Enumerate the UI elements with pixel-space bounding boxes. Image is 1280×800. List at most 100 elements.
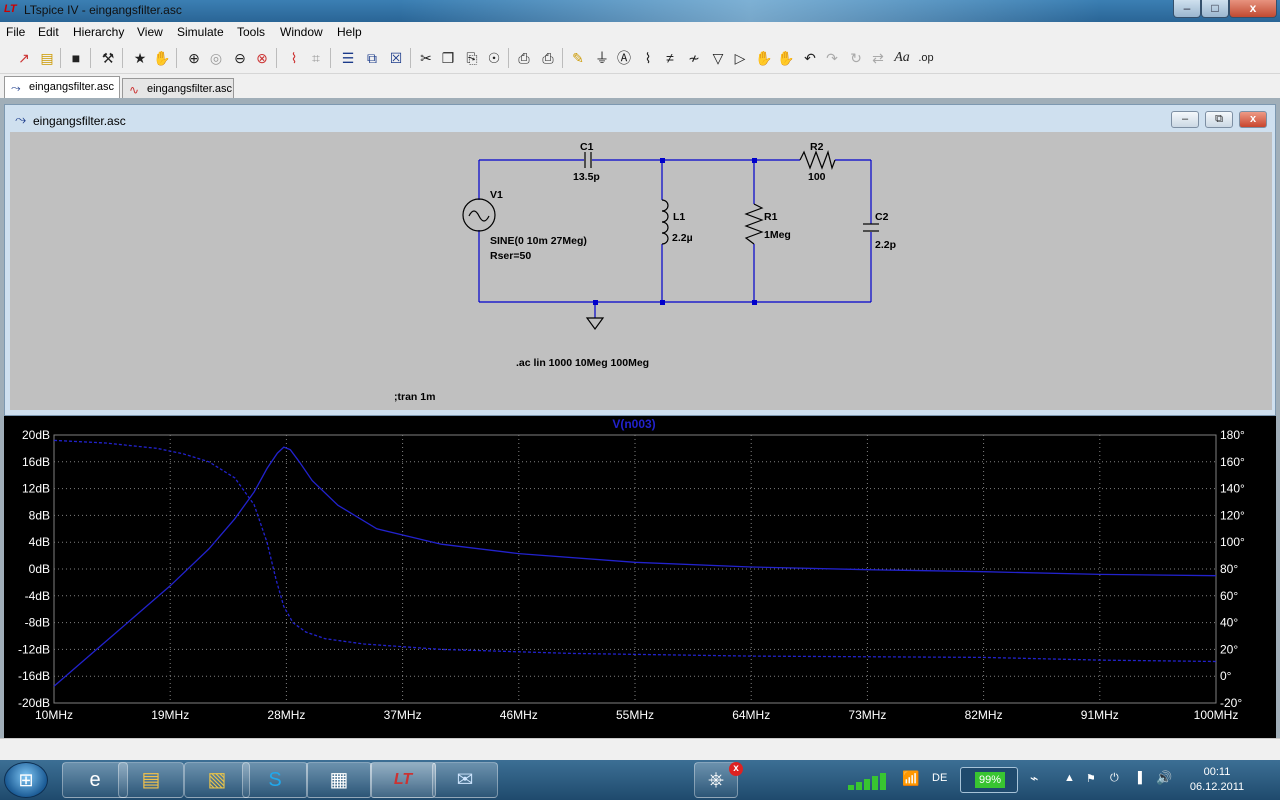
inductor-icon[interactable]: ≁ — [684, 49, 704, 67]
cut-icon[interactable]: ✂ — [416, 49, 436, 67]
c1-value: 13.5p — [573, 171, 600, 183]
menu-view[interactable]: View — [137, 25, 163, 39]
battery-indicator[interactable]: 99% — [960, 767, 1018, 793]
menu-window[interactable]: Window — [280, 25, 323, 39]
tab-waveform[interactable]: ∿ eingangsfilter.asc — [122, 78, 234, 98]
y-tick-label-right: 120° — [1220, 508, 1245, 522]
new-schematic-icon[interactable]: ↗ — [14, 49, 34, 67]
menu-help[interactable]: Help — [337, 25, 362, 39]
run-icon[interactable]: ★ — [130, 49, 150, 67]
c2-name: C2 — [875, 211, 889, 223]
save-icon[interactable]: ■ — [66, 49, 86, 67]
schematic-minimize-button[interactable]: – — [1171, 111, 1199, 128]
toolbar-separator — [410, 48, 411, 68]
start-button[interactable]: ⊞ — [4, 762, 48, 798]
y-tick-label-left: 8dB — [29, 508, 50, 522]
y-tick-label-right: 20° — [1220, 642, 1238, 656]
print-preview-icon[interactable]: ⎙ — [514, 49, 534, 67]
undo-icon[interactable]: ↶ — [800, 49, 820, 67]
l1-value: 2.2µ — [672, 232, 693, 244]
component-icon[interactable]: ▷ — [730, 49, 750, 67]
diode-icon[interactable]: ▽ — [708, 49, 728, 67]
toolbar-separator — [122, 48, 123, 68]
capacitor-icon[interactable]: ≠ — [660, 49, 680, 67]
halt-icon[interactable]: ✋ — [152, 49, 172, 67]
clock[interactable]: 00:11 06.12.2011 — [1186, 765, 1248, 795]
y-tick-label-right: 40° — [1220, 616, 1238, 630]
drag-icon[interactable]: ✋ — [776, 49, 796, 67]
r1-value: 1Meg — [764, 229, 791, 241]
waveform-icon[interactable]: ⌇ — [284, 49, 304, 67]
libraries-icon[interactable]: ▧ — [184, 762, 250, 798]
autorange-icon[interactable]: ⌗ — [306, 49, 326, 67]
v1-name: V1 — [490, 189, 503, 201]
calculator-icon[interactable]: ▦ — [306, 762, 372, 798]
resistor-icon[interactable]: ⌇ — [638, 49, 658, 67]
open-icon[interactable]: ▤ — [37, 49, 57, 67]
ac-directive[interactable]: .ac lin 1000 10Meg 100Meg — [516, 357, 649, 369]
waveform-icon: ∿ — [129, 83, 140, 97]
move-icon[interactable]: ✋ — [754, 49, 774, 67]
rotate-icon[interactable]: ↻ — [846, 49, 866, 67]
schematic-restore-button[interactable]: ⧉ — [1205, 111, 1233, 128]
tile-horizontal-icon[interactable]: ☰ — [338, 49, 358, 67]
y-tick-label-left: -16dB — [18, 669, 50, 683]
close-all-icon[interactable]: ☒ — [386, 49, 406, 67]
y-tick-label-left: 4dB — [29, 535, 50, 549]
volume-icon[interactable]: 🔊 — [1156, 770, 1172, 786]
menu-simulate[interactable]: Simulate — [177, 25, 224, 39]
flag-icon[interactable]: ⚑ — [1086, 772, 1096, 785]
menu-hierarchy[interactable]: Hierarchy — [73, 25, 124, 39]
signal-icon[interactable] — [846, 772, 894, 790]
trace-label[interactable]: V(n003) — [612, 417, 655, 431]
network-icon[interactable]: ▐ — [1134, 772, 1142, 784]
signal-bars-graphic — [848, 773, 886, 790]
menu-edit[interactable]: Edit — [38, 25, 59, 39]
show-hidden-icons[interactable]: ▲ — [1064, 772, 1075, 784]
schematic-icon: ⤳ — [11, 81, 21, 95]
phase-trace — [53, 439, 1217, 663]
schematic-drawing: C1 13.5p R2 100 V1 SINE(0 10m 27Meg) Rse… — [394, 141, 896, 403]
draw-wire-icon[interactable]: ✎ — [568, 49, 588, 67]
find-icon[interactable]: ☉ — [484, 49, 504, 67]
ltspice-icon[interactable]: LT — [370, 762, 436, 798]
print-icon[interactable]: ⎙ — [538, 49, 558, 67]
power-icon[interactable]: ⏻ — [1110, 772, 1119, 785]
tran-directive[interactable]: ;tran 1m — [394, 391, 435, 403]
copy-icon[interactable]: ❐ — [438, 49, 458, 67]
menu-file[interactable]: File — [6, 25, 25, 39]
label-net-icon[interactable]: Ⓐ — [614, 49, 634, 67]
usb-icon[interactable]: ⌁ — [1030, 770, 1038, 787]
language-indicator[interactable]: DE — [932, 772, 947, 784]
zoom-fit-icon[interactable]: ⊗ — [252, 49, 272, 67]
maximize-button[interactable]: □ — [1201, 0, 1229, 18]
control-panel-icon[interactable]: ⚒ — [98, 49, 118, 67]
schematic-canvas[interactable]: C1 13.5p R2 100 V1 SINE(0 10m 27Meg) Rse… — [10, 132, 1272, 410]
skype-icon[interactable]: S — [242, 762, 308, 798]
close-button[interactable]: x — [1229, 0, 1277, 18]
minimize-button[interactable]: – — [1173, 0, 1201, 18]
wifi-icon[interactable]: 📶 — [902, 770, 919, 787]
paste-icon[interactable]: ⎘ — [462, 49, 482, 67]
y-tick-label-right: 100° — [1220, 535, 1245, 549]
explorer-icon[interactable]: ▤ — [118, 762, 184, 798]
zoom-pan-icon[interactable]: ◎ — [206, 49, 226, 67]
tab-label: eingangsfilter.asc — [147, 83, 232, 95]
title-bar: LT LTspice IV - eingangsfilter.asc – □ x — [0, 0, 1280, 22]
schematic-close-button[interactable]: x — [1239, 111, 1267, 128]
tab-schematic[interactable]: ⤳ eingangsfilter.asc — [4, 76, 120, 98]
window-title: LTspice IV - eingangsfilter.asc — [24, 3, 182, 17]
spice-directive-icon[interactable]: .op — [916, 49, 936, 67]
zoom-out-icon[interactable]: ⊖ — [230, 49, 250, 67]
mirror-icon[interactable]: ⇄ — [868, 49, 888, 67]
cascade-icon[interactable]: ⧉ — [362, 49, 382, 67]
text-icon[interactable]: Aa — [892, 49, 912, 67]
ground-icon[interactable]: ⏚ — [592, 49, 612, 67]
clock-date: 06.12.2011 — [1189, 781, 1245, 793]
y-tick-label-left: 12dB — [22, 482, 50, 496]
menu-tools[interactable]: Tools — [237, 25, 265, 39]
redo-icon[interactable]: ↷ — [822, 49, 842, 67]
zoom-in-icon[interactable]: ⊕ — [184, 49, 204, 67]
thunderbird-icon[interactable]: ✉ — [432, 762, 498, 798]
waveform-window[interactable]: V(n003) 10MHz 19MHz 28MHz 37MHz 46MHz 55MHz 64… — [4, 416, 1276, 738]
